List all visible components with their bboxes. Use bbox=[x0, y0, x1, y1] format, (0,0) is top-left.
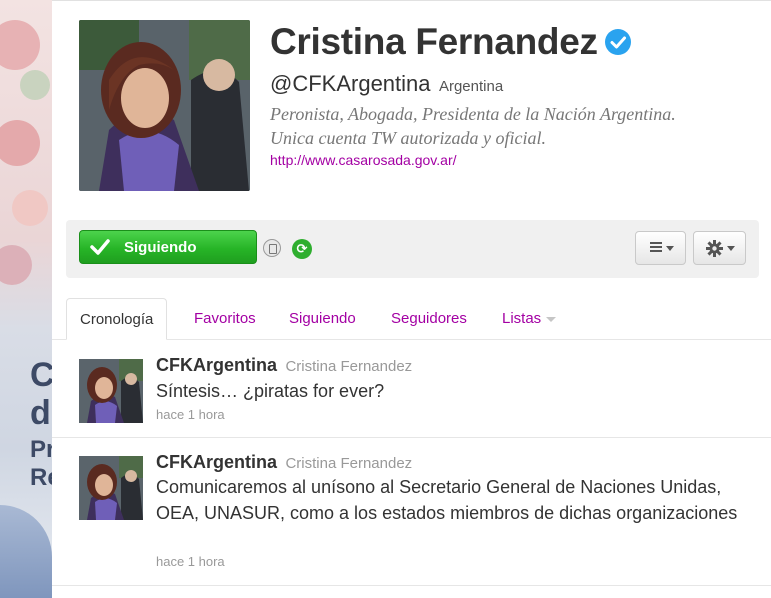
profile-bio-line: Peronista, Abogada, Presidenta de la Nac… bbox=[270, 104, 676, 124]
tweet-full-name: Cristina Fernandez bbox=[285, 455, 413, 472]
following-button-label: Siguiendo bbox=[124, 239, 197, 256]
profile-name-text: Cristina Fernandez bbox=[270, 21, 598, 62]
list-icon bbox=[650, 242, 662, 253]
tweet-text: Síntesis… ¿piratas for ever? bbox=[156, 381, 385, 401]
tab-favoritos[interactable]: Favoritos bbox=[194, 298, 256, 340]
background-flower bbox=[20, 70, 50, 100]
background-letter: Re bbox=[30, 464, 52, 491]
tweet-screen-name[interactable]: CFKArgentina bbox=[156, 452, 277, 472]
tweet-avatar[interactable] bbox=[79, 359, 143, 423]
lists-dropdown-button[interactable] bbox=[635, 231, 686, 265]
background-shape bbox=[0, 505, 52, 598]
profile-name: Cristina Fernandez bbox=[270, 21, 632, 63]
profile-url-link[interactable]: http://www.casarosada.gov.ar/ bbox=[270, 152, 457, 168]
tweet-text: Comunicaremos al unísono al Secretario G… bbox=[156, 477, 738, 523]
tab-cronologia[interactable]: Cronología bbox=[66, 298, 168, 340]
background-text: C d Pr Re bbox=[30, 358, 52, 490]
tweet-item[interactable]: CFKArgentina Cristina Fernandez Comunica… bbox=[52, 438, 771, 586]
tweet-avatar-photo bbox=[79, 359, 143, 423]
checkmark-icon bbox=[90, 239, 110, 255]
tab-listas[interactable]: Listas bbox=[502, 298, 557, 340]
gear-icon bbox=[706, 240, 723, 257]
tweet-author[interactable]: CFKArgentina Cristina Fernandez bbox=[156, 452, 412, 473]
retweets-icon[interactable]: ⟳ bbox=[292, 239, 312, 259]
tweet-screen-name[interactable]: CFKArgentina bbox=[156, 355, 277, 375]
chevron-down-icon bbox=[666, 246, 674, 251]
chevron-down-icon bbox=[546, 316, 557, 322]
user-actions-dropdown-button[interactable] bbox=[693, 231, 746, 265]
profile-background: C d Pr Re bbox=[0, 0, 52, 598]
profile-handle: @CFKArgentina bbox=[270, 71, 431, 96]
tab-seguidores[interactable]: Seguidores bbox=[391, 298, 467, 340]
tab-listas-label: Listas bbox=[502, 310, 542, 327]
tweet-author[interactable]: CFKArgentina Cristina Fernandez bbox=[156, 355, 412, 376]
tab-siguiendo[interactable]: Siguiendo bbox=[289, 298, 356, 340]
background-letter: d bbox=[30, 394, 51, 432]
avatar-photo bbox=[79, 20, 250, 191]
profile-bio: Peronista, Abogada, Presidenta de la Nac… bbox=[270, 102, 770, 150]
tweet-timestamp[interactable]: hace 1 hora bbox=[156, 407, 225, 422]
profile-tabs: Cronología Favoritos Siguiendo Seguidore… bbox=[52, 298, 771, 340]
device-notifications-icon[interactable] bbox=[263, 239, 281, 257]
profile-action-bar: Siguiendo ⟳ bbox=[66, 220, 759, 278]
tweet-avatar[interactable] bbox=[79, 456, 143, 520]
following-button[interactable]: Siguiendo bbox=[79, 230, 257, 264]
background-flower bbox=[0, 120, 40, 166]
tweet-item[interactable]: CFKArgentina Cristina Fernandez Síntesis… bbox=[52, 340, 771, 438]
background-letter: Pr bbox=[30, 436, 52, 463]
profile-location: Argentina bbox=[438, 78, 504, 95]
background-flower bbox=[0, 20, 40, 70]
tweet-full-name: Cristina Fernandez bbox=[285, 358, 413, 375]
profile-avatar[interactable] bbox=[79, 20, 250, 191]
profile-handle-line: @CFKArgentina Argentina bbox=[270, 71, 503, 97]
background-flower bbox=[12, 190, 48, 226]
chevron-down-icon bbox=[727, 246, 735, 251]
tweet-avatar-photo bbox=[79, 456, 143, 520]
verified-badge-icon bbox=[604, 29, 631, 56]
profile-content: Cristina Fernandez @CFKArgentina Argenti… bbox=[52, 0, 771, 598]
tweet-timestamp[interactable]: hace 1 hora bbox=[156, 554, 225, 569]
background-flower bbox=[0, 245, 32, 285]
background-letter: C bbox=[30, 356, 52, 394]
profile-bio-line: Unica cuenta TW autorizada y oficial. bbox=[270, 128, 546, 148]
